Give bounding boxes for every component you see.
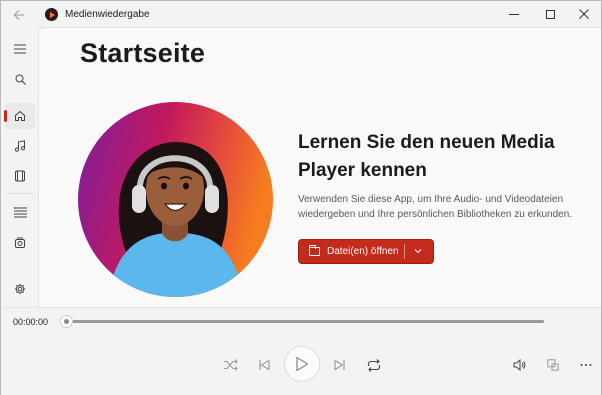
hero-illustration — [78, 102, 273, 297]
mini-player-icon — [547, 359, 559, 371]
film-icon — [15, 170, 25, 182]
maximize-icon — [545, 9, 555, 19]
open-files-label: Datei(en) öffnen — [327, 246, 399, 257]
hero-description: Verwenden Sie diese App, um Ihre Audio- … — [298, 194, 573, 220]
hero-heading: Lernen Sie den neuen Media Player kennen — [298, 132, 555, 181]
app-title: Medienwiedergabe — [65, 9, 150, 20]
gear-icon — [14, 283, 26, 295]
open-files-button[interactable]: Datei(en) öffnen — [298, 239, 434, 264]
sidebar-item-playlists[interactable] — [5, 199, 35, 225]
playlist-icon — [13, 206, 27, 217]
music-note-icon — [14, 140, 26, 152]
main-content: Startseite Lernen Sie den neuen Media Pl… — [38, 27, 601, 307]
close-button[interactable] — [567, 1, 601, 27]
repeat-button[interactable] — [365, 356, 383, 374]
sidebar-item-music[interactable] — [5, 133, 35, 159]
back-arrow-icon — [13, 10, 24, 20]
title-bar: Medienwiedergabe — [1, 1, 601, 27]
sidebar-item-menu[interactable] — [5, 36, 35, 62]
sidebar-item-play-queue[interactable] — [5, 230, 35, 256]
current-time: 00:00:00 — [13, 317, 49, 327]
split-button-divider — [404, 244, 405, 259]
sidebar-divider — [7, 193, 33, 194]
play-queue-icon — [15, 237, 25, 248]
mini-player-button[interactable] — [543, 356, 563, 374]
sidebar-item-settings[interactable] — [5, 276, 35, 302]
player-bar: 00:00:00 — [1, 307, 601, 395]
more-icon — [580, 364, 592, 366]
maximize-button[interactable] — [533, 1, 567, 27]
close-icon — [579, 9, 589, 19]
next-icon — [334, 359, 345, 371]
seek-thumb[interactable] — [60, 315, 73, 328]
sidebar-item-home[interactable] — [4, 103, 35, 129]
home-icon — [15, 111, 25, 121]
media-player-window: Medienwiedergabe Startseite Lernen Sie d… — [0, 0, 602, 395]
sidebar — [1, 27, 37, 307]
previous-icon — [259, 359, 270, 371]
app-logo-icon — [45, 8, 58, 21]
folder-icon — [309, 245, 320, 256]
sidebar-item-video[interactable] — [5, 163, 35, 189]
volume-button[interactable] — [510, 356, 530, 374]
play-icon — [296, 356, 309, 372]
minimize-button[interactable] — [497, 1, 531, 27]
sidebar-item-search[interactable] — [5, 66, 35, 92]
seek-bar[interactable] — [65, 320, 544, 323]
more-options-button[interactable] — [576, 356, 596, 374]
next-button[interactable] — [331, 357, 349, 373]
shuffle-icon — [224, 359, 238, 371]
play-button[interactable] — [284, 346, 320, 382]
previous-button[interactable] — [255, 357, 273, 373]
search-icon — [15, 74, 26, 85]
hamburger-icon — [14, 44, 26, 54]
minimize-icon — [509, 14, 519, 15]
chevron-down-icon[interactable] — [414, 246, 422, 256]
shuffle-button[interactable] — [222, 357, 240, 373]
page-title: Startseite — [80, 38, 206, 68]
volume-icon — [513, 359, 526, 371]
back-button[interactable] — [7, 5, 31, 25]
repeat-icon — [367, 358, 381, 372]
